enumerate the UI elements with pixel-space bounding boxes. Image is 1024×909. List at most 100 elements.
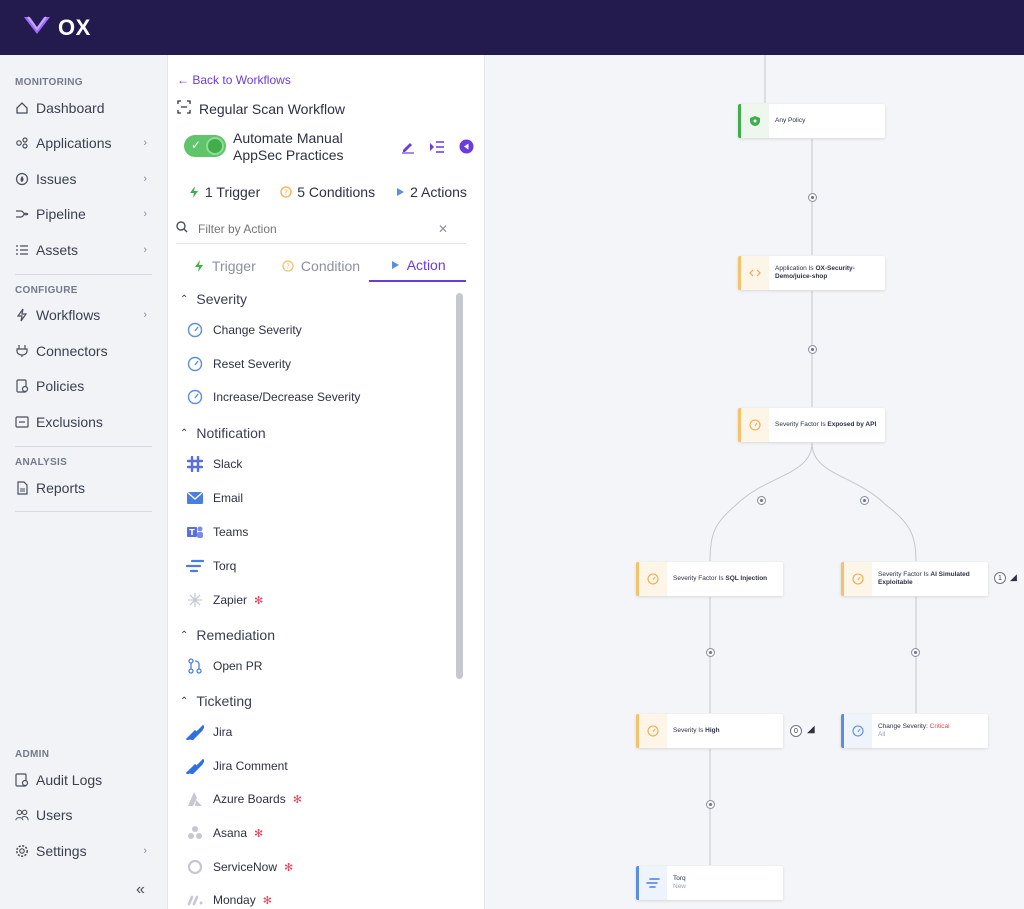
megaphone-icon[interactable]: ◢: [1010, 572, 1017, 583]
code-icon: [741, 256, 769, 290]
conditions-count: ? 5 Conditions: [280, 184, 375, 200]
group-remediation[interactable]: ⌃ Remediation: [180, 627, 275, 643]
group-ticketing[interactable]: ⌃ Ticketing: [180, 693, 252, 709]
node-severity-factor-ai[interactable]: Severity Factor Is AI Simulated Exploita…: [841, 562, 988, 596]
chevron-right-icon: ›: [143, 137, 147, 149]
sidebar-item-assets[interactable]: Assets ›: [15, 238, 155, 262]
group-notification[interactable]: ⌃ Notification: [180, 425, 266, 441]
sidebar-item-reports[interactable]: Reports: [15, 476, 155, 500]
node-label: Any Policy: [775, 117, 806, 124]
gauge-icon: [639, 714, 667, 748]
item-label: Email: [213, 491, 244, 505]
list-item-reset-severity[interactable]: Reset Severity: [186, 355, 291, 373]
envelope-icon: [186, 489, 204, 507]
arrow-left-icon: ←: [177, 73, 189, 87]
automate-toggle[interactable]: ✓: [184, 135, 226, 157]
item-label: Reset Severity: [213, 357, 292, 371]
pipeline-icon: [15, 207, 29, 221]
back-to-workflows-link[interactable]: ← Back to Workflows: [177, 73, 291, 87]
node-severity-factor-sql[interactable]: Severity Factor Is SQL Injection: [636, 562, 783, 596]
conditions-count-label: 5 Conditions: [297, 184, 376, 200]
sidebar-item-dashboard[interactable]: Dashboard: [15, 96, 155, 120]
actions-count: 2 Actions: [395, 184, 467, 200]
megaphone-icon[interactable]: ◢: [807, 724, 815, 735]
sidebar-item-issues[interactable]: Issues ›: [15, 167, 155, 191]
sidebar-item-audit-logs[interactable]: Audit Logs: [15, 768, 155, 792]
chevron-right-icon: ›: [143, 173, 147, 185]
list-item-azure-boards[interactable]: Azure Boards ✻: [186, 790, 302, 808]
ox-logo-icon: [22, 14, 52, 42]
sidebar-item-applications[interactable]: Applications ›: [15, 131, 155, 155]
add-step-button[interactable]: [706, 648, 715, 657]
list-item-jira-comment[interactable]: Jira Comment: [186, 757, 288, 775]
add-step-button[interactable]: [911, 648, 920, 657]
sidebar-item-users[interactable]: Users: [15, 803, 155, 827]
tab-trigger[interactable]: Trigger: [176, 250, 273, 282]
filter-input[interactable]: [198, 221, 438, 236]
play-icon: [391, 261, 399, 269]
edit-pencil-icon[interactable]: [401, 140, 415, 159]
node-application-condition[interactable]: Application Is OX-Security-Demo/juice-sh…: [738, 256, 885, 290]
list-item-asana[interactable]: Asana ✻: [186, 824, 263, 842]
group-title: Severity: [196, 291, 247, 307]
list-item-increase-decrease-severity[interactable]: Increase/Decrease Severity: [186, 388, 360, 406]
tab-action[interactable]: Action: [369, 250, 467, 282]
broken-link-icon: ✻: [254, 594, 264, 607]
sidebar-item-exclusions[interactable]: Exclusions: [15, 410, 155, 434]
node-label-prefix: Severity Factor Is: [775, 421, 828, 428]
node-any-policy[interactable]: Any Policy: [738, 104, 885, 138]
tab-condition[interactable]: ? Condition: [273, 250, 370, 282]
add-step-button[interactable]: [757, 496, 766, 505]
sidebar-item-connectors[interactable]: Connectors: [15, 339, 155, 363]
workflow-bolt-icon: [15, 308, 29, 322]
list-item-zapier[interactable]: Zapier ✻: [186, 591, 263, 609]
play-circle-icon[interactable]: [459, 139, 474, 159]
list-item-teams[interactable]: T Teams: [186, 523, 248, 541]
chevron-up-icon: ⌃: [180, 695, 189, 707]
clear-icon[interactable]: ✕: [438, 222, 448, 236]
double-chevron-left-icon[interactable]: «: [136, 881, 145, 899]
node-severity-high[interactable]: Severity Is High: [636, 714, 783, 748]
list-item-torq[interactable]: Torq: [186, 557, 236, 575]
list-item-jira[interactable]: Jira: [186, 723, 232, 741]
users-icon: [15, 808, 29, 822]
group-title: Remediation: [196, 627, 275, 643]
brand-logo[interactable]: OX: [22, 14, 91, 42]
list-item-open-pr[interactable]: Open PR: [186, 657, 262, 675]
trigger-count-label: 1 Trigger: [205, 184, 261, 200]
add-step-button[interactable]: [860, 496, 869, 505]
section-title-configure: CONFIGURE: [15, 285, 78, 296]
add-step-button[interactable]: [808, 345, 817, 354]
sidebar-item-policies[interactable]: Policies: [15, 374, 155, 398]
sidebar-item-settings[interactable]: Settings ›: [15, 839, 155, 863]
sidebar-item-label: Audit Logs: [36, 772, 103, 788]
list-item-servicenow[interactable]: ServiceNow ✻: [186, 858, 293, 876]
list-item-email[interactable]: Email: [186, 489, 243, 507]
group-severity[interactable]: ⌃ Severity: [180, 291, 247, 307]
node-change-severity[interactable]: Change Severity: Critical All: [841, 714, 988, 748]
chevron-up-icon: ⌃: [180, 427, 189, 439]
workflow-canvas[interactable]: Any Policy Application Is OX-Security-De…: [486, 55, 1024, 909]
list-item-slack[interactable]: Slack: [186, 455, 242, 473]
add-step-button[interactable]: [808, 193, 817, 202]
list-item-monday[interactable]: Monday ✻: [186, 891, 272, 909]
zapier-icon: [186, 591, 204, 609]
toggle-knob: [206, 137, 224, 155]
node-severity-factor-api[interactable]: Severity Factor Is Exposed by API: [738, 408, 885, 442]
audit-log-icon: [15, 773, 29, 787]
sidebar-item-workflows[interactable]: Workflows ›: [15, 303, 155, 327]
search-icon: [176, 220, 188, 238]
chevron-right-icon: ›: [143, 208, 147, 220]
list-item-change-severity[interactable]: Change Severity: [186, 321, 302, 339]
run-workflow-icon[interactable]: [429, 140, 445, 159]
node-torq[interactable]: Torq New: [636, 866, 783, 900]
jira-icon: [186, 757, 204, 775]
sidebar-item-pipeline[interactable]: Pipeline ›: [15, 202, 155, 226]
brand-name: OX: [58, 14, 91, 40]
node-sublabel: New: [673, 883, 687, 890]
add-step-button[interactable]: [706, 800, 715, 809]
sidebar-item-label: Connectors: [36, 343, 108, 359]
action-list-scrollbar[interactable]: [456, 293, 463, 679]
item-label: Increase/Decrease Severity: [213, 390, 361, 404]
item-label: Azure Boards: [213, 792, 286, 806]
